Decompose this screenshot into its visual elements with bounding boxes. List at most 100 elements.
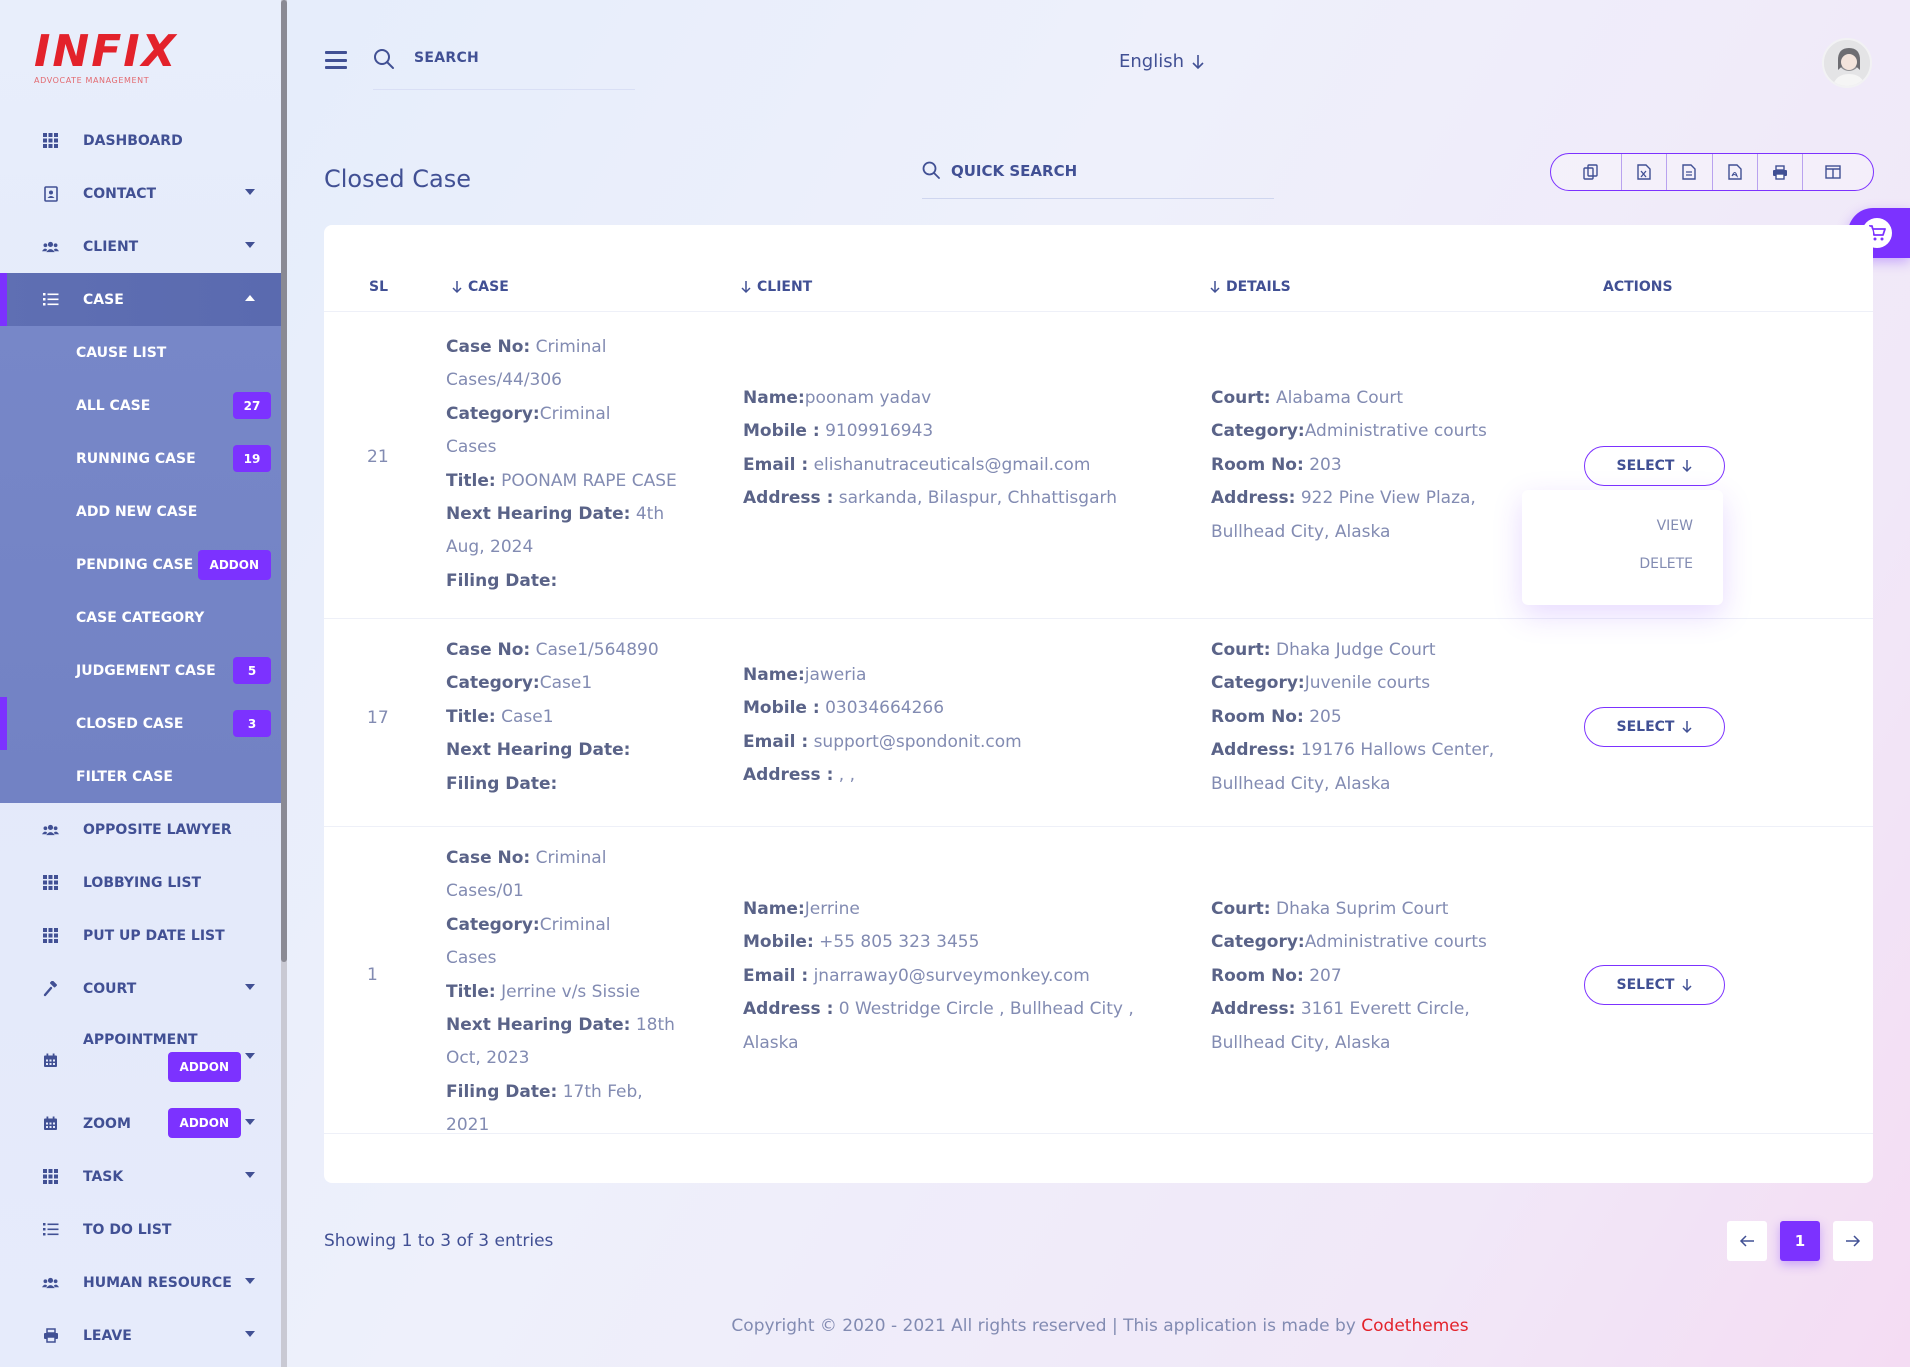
cell-line: Oct, 2023: [446, 1042, 686, 1075]
users-icon: [42, 238, 59, 255]
cell-line: Next Hearing Date: 18th: [446, 1009, 686, 1042]
sidebar-scroll-thumb[interactable]: [281, 0, 287, 962]
pagination-page-1[interactable]: 1: [1780, 1221, 1820, 1261]
copy-button[interactable]: [1551, 154, 1622, 190]
field-value: 19176 Hallows Center,: [1295, 740, 1495, 761]
column-header-sl[interactable]: SL: [369, 279, 388, 295]
field-label: Case No:: [446, 640, 531, 660]
field-label: Category:: [446, 673, 540, 694]
quick-search-input[interactable]: QUICK SEARCH: [951, 162, 1077, 180]
copy-icon: [1583, 164, 1598, 180]
submenu-item-pending-case[interactable]: PENDING CASE ADDON: [0, 538, 281, 591]
field-value: poonam yadav: [804, 388, 932, 408]
field-value: Case1/564890: [530, 640, 659, 660]
cell-line: Email : jnarraway0@surveymonkey.com: [743, 960, 1183, 993]
addon-badge: ADDON: [167, 1052, 241, 1082]
sidebar-item-client[interactable]: CLIENT: [0, 220, 281, 273]
field-value: Cases/44/306: [446, 370, 562, 391]
sidebar-item-task[interactable]: TASK: [0, 1150, 281, 1203]
column-header-case[interactable]: CASE: [452, 279, 509, 295]
cell-line: Mobile : 03034664266: [743, 692, 1183, 725]
field-value: Administrative courts: [1304, 421, 1487, 442]
field-value: Criminal: [539, 914, 611, 935]
select-action-button[interactable]: SELECT: [1584, 707, 1725, 747]
sidebar-item-label: APPOINTMENT: [83, 1032, 198, 1048]
submenu-item-case-category[interactable]: CASE CATEGORY: [0, 591, 281, 644]
field-value: 18th: [630, 1015, 675, 1036]
sidebar-item-appointment[interactable]: APPOINTMENT ADDON: [0, 1015, 281, 1097]
select-label: SELECT: [1616, 977, 1675, 993]
action-dropdown-menu: VIEW DELETE: [1522, 490, 1723, 605]
sidebar-item-label: CONTACT: [83, 185, 157, 202]
search-icon[interactable]: [373, 48, 395, 74]
sidebar-item-opposite-lawyer[interactable]: OPPOSITE LAWYER: [0, 803, 281, 856]
arrow-down-icon: [1192, 54, 1204, 69]
cell-line: Address : , ,: [743, 759, 1183, 792]
cell-line: Bullhead City, Alaska: [1211, 768, 1541, 801]
field-label: Next Hearing Date:: [446, 1015, 631, 1036]
submenu-item-filter-case[interactable]: FILTER CASE: [0, 750, 281, 803]
submenu-item-closed-case[interactable]: CLOSED CASE 3: [0, 697, 281, 750]
pagination-next-button[interactable]: [1833, 1221, 1873, 1261]
submenu-item-label: CAUSE LIST: [76, 344, 167, 361]
hamburger-menu-icon[interactable]: [325, 51, 347, 69]
cell-line: Court: Dhaka Judge Court: [1211, 634, 1541, 667]
column-header-client[interactable]: CLIENT: [741, 279, 812, 295]
select-label: SELECT: [1616, 458, 1675, 474]
excel-button[interactable]: [1622, 154, 1668, 190]
submenu-item-running-case[interactable]: RUNNING CASE 19: [0, 432, 281, 485]
logo[interactable]: INFIX ADVOCATE MANAGEMENT: [34, 30, 178, 86]
sidebar-item-zoom[interactable]: ZOOM ADDON: [0, 1097, 281, 1150]
field-value: Alaska: [743, 1032, 799, 1053]
sidebar-item-put-up-date-list[interactable]: PUT UP DATE LIST: [0, 909, 281, 962]
column-header-details[interactable]: DETAILS: [1210, 279, 1291, 295]
field-label: Mobile :: [743, 698, 820, 719]
submenu-item-cause-list[interactable]: CAUSE LIST: [0, 326, 281, 379]
sidebar-item-human-resource[interactable]: HUMAN RESOURCE: [0, 1256, 281, 1309]
sidebar-item-to-do-list[interactable]: TO DO LIST: [0, 1203, 281, 1256]
submenu-item-judgement-case[interactable]: JUDGEMENT CASE 5: [0, 644, 281, 697]
sidebar-item-label: HUMAN RESOURCE: [83, 1274, 232, 1291]
top-search-input[interactable]: SEARCH: [414, 50, 479, 66]
submenu-item-all-case[interactable]: ALL CASE 27: [0, 379, 281, 432]
select-action-button[interactable]: SELECT: [1584, 965, 1725, 1005]
pdf-button[interactable]: [1713, 154, 1758, 190]
language-select[interactable]: English: [1119, 51, 1204, 72]
cell-line: Category:Juvenile courts: [1211, 667, 1541, 700]
dropdown-delete-item[interactable]: DELETE: [1639, 556, 1693, 572]
cell-line: Name:jaweria: [743, 659, 1183, 692]
select-action-button[interactable]: SELECT: [1584, 446, 1725, 486]
submenu-item-add-new-case[interactable]: ADD NEW CASE: [0, 485, 281, 538]
field-value: 9109916943: [819, 421, 934, 442]
csv-button[interactable]: [1667, 154, 1713, 190]
sidebar-item-dashboard[interactable]: DASHBOARD: [0, 114, 281, 167]
column-header-actions: ACTIONS: [1603, 279, 1673, 295]
field-value: Bullhead City, Alaska: [1211, 773, 1391, 794]
caret-down-icon: [245, 1053, 255, 1059]
cell-line: Category:Case1: [446, 667, 686, 700]
field-value: Oct, 2023: [446, 1048, 530, 1069]
sidebar-item-case[interactable]: CASE: [0, 273, 281, 326]
sort-arrow-icon: [1210, 281, 1220, 294]
dropdown-view-item[interactable]: VIEW: [1657, 518, 1693, 534]
select-label: SELECT: [1616, 719, 1675, 735]
pagination-prev-button[interactable]: [1727, 1221, 1767, 1261]
calendar-icon: [42, 1052, 59, 1069]
sidebar-scrollbar[interactable]: [281, 0, 287, 1367]
cell-line: Filing Date:: [446, 565, 686, 598]
sidebar-menu: DASHBOARD CONTACT CLIENT CASE CAUSE LIST ALL …: [0, 114, 281, 1362]
field-label: Title:: [446, 706, 496, 727]
field-label: Name:: [743, 665, 805, 685]
field-value: Alabama Court: [1270, 388, 1404, 408]
sidebar-item-contact[interactable]: CONTACT: [0, 167, 281, 220]
caret-down-icon: [245, 984, 255, 990]
field-value: 203: [1303, 454, 1342, 475]
field-value: Dhaka Judge Court: [1270, 640, 1436, 660]
user-avatar[interactable]: [1822, 38, 1872, 88]
brand-link[interactable]: Codethemes: [1361, 1316, 1468, 1336]
columns-button[interactable]: [1803, 154, 1873, 190]
sidebar-item-lobbying-list[interactable]: LOBBYING LIST: [0, 856, 281, 909]
print-button[interactable]: [1758, 154, 1804, 190]
field-value: Cases: [446, 437, 497, 458]
sidebar-item-court[interactable]: COURT: [0, 962, 281, 1015]
